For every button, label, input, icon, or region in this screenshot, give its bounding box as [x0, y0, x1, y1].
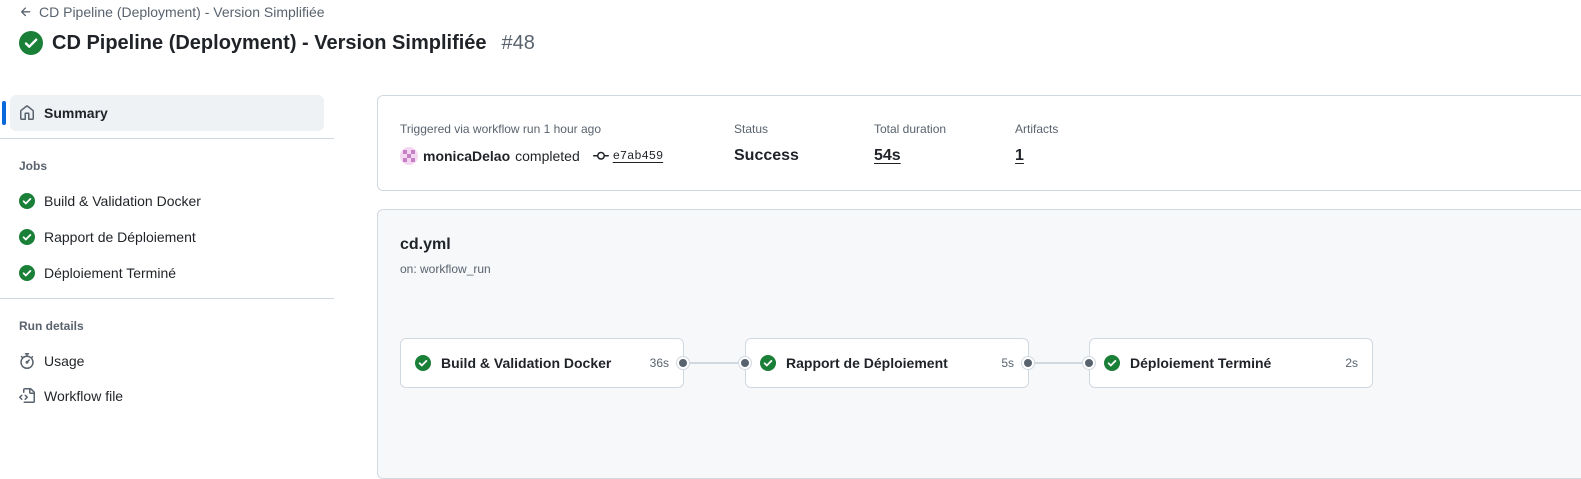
divider — [0, 138, 334, 139]
workflow-file-name: cd.yml — [400, 236, 451, 253]
sidebar-item-summary-label: Summary — [44, 105, 108, 121]
run-summary-card: Triggered via workflow run 1 hour ago mo… — [377, 95, 1581, 191]
duration-label: Total duration — [874, 122, 947, 136]
sidebar-item-workflow-file[interactable]: Workflow file — [19, 385, 123, 407]
job-name: Build & Validation Docker — [441, 355, 612, 371]
sidebar-item-job-rapport[interactable]: Rapport de Déploiement — [19, 226, 196, 248]
sidebar-item-summary[interactable]: Summary — [2, 95, 324, 131]
git-commit-icon — [592, 151, 609, 160]
connector-dot — [677, 357, 689, 369]
sidebar-item-usage[interactable]: Usage — [19, 350, 84, 372]
job-name: Déploiement Terminé — [1130, 355, 1272, 371]
sidebar-job-label: Déploiement Terminé — [44, 265, 177, 281]
workflow-graph: cd.yml on: workflow_run Build & Validati… — [377, 209, 1581, 479]
check-circle-fill-icon — [19, 193, 35, 209]
connector-dot — [739, 357, 751, 369]
check-circle-fill-icon — [415, 355, 431, 371]
commit-sha: e7ab459 — [612, 149, 664, 163]
page-title: CD Pipeline (Deployment) - Version Simpl… — [19, 31, 535, 55]
artifacts-link[interactable]: 1 — [1015, 147, 1024, 165]
run-title: CD Pipeline (Deployment) - Version Simpl… — [52, 31, 487, 54]
sidebar-job-label: Rapport de Déploiement — [44, 229, 196, 245]
job-name: Rapport de Déploiement — [786, 355, 948, 371]
duration-link[interactable]: 54s — [874, 147, 901, 165]
sidebar-item-usage-label: Usage — [44, 353, 85, 369]
back-link[interactable]: CD Pipeline (Deployment) - Version Simpl… — [19, 4, 325, 20]
job-duration: 5s — [1001, 356, 1014, 370]
avatar[interactable] — [400, 147, 418, 165]
check-circle-fill-icon — [19, 265, 35, 281]
sidebar-item-job-build[interactable]: Build & Validation Docker — [19, 190, 201, 212]
job-node-rapport[interactable]: Rapport de Déploiement 5s — [745, 338, 1029, 388]
status-value: Success — [734, 147, 799, 164]
arrow-left-icon — [20, 7, 31, 17]
artifacts-label: Artifacts — [1015, 122, 1059, 136]
connector-dot — [1083, 357, 1095, 369]
divider — [0, 298, 334, 299]
status-label: Status — [734, 122, 769, 136]
check-circle-fill-icon — [760, 355, 776, 371]
jobs-heading: Jobs — [19, 159, 48, 173]
sidebar-job-label: Build & Validation Docker — [44, 193, 201, 209]
job-node-termine[interactable]: Déploiement Terminé 2s — [1089, 338, 1373, 388]
actor-link[interactable]: monicaDelao — [423, 148, 510, 164]
run-details-heading: Run details — [19, 319, 84, 333]
workflow-trigger: on: workflow_run — [400, 262, 491, 276]
back-link-label: CD Pipeline (Deployment) - Version Simpl… — [39, 4, 325, 20]
stopwatch-icon — [20, 353, 34, 369]
file-code-icon — [19, 388, 35, 403]
trigger-row: monicaDelao completed e7ab459 — [400, 147, 663, 165]
connector-dot — [1022, 357, 1034, 369]
run-number: #48 — [501, 31, 535, 54]
job-node-build[interactable]: Build & Validation Docker 36s — [400, 338, 684, 388]
job-duration: 2s — [1345, 356, 1358, 370]
check-circle-fill-icon — [1104, 355, 1120, 371]
job-connector — [684, 362, 746, 364]
commit-link[interactable]: e7ab459 — [592, 148, 664, 164]
trigger-action: completed — [515, 148, 580, 164]
check-circle-fill-icon — [19, 31, 43, 55]
home-icon — [20, 105, 34, 120]
job-connector — [1028, 362, 1090, 364]
active-indicator — [2, 101, 6, 125]
job-duration: 36s — [649, 356, 669, 370]
sidebar-item-workflow-file-label: Workflow file — [44, 388, 124, 404]
check-circle-fill-icon — [19, 229, 35, 245]
sidebar-item-job-termine[interactable]: Déploiement Terminé — [19, 262, 176, 284]
trigger-label: Triggered via workflow run 1 hour ago — [400, 122, 601, 136]
